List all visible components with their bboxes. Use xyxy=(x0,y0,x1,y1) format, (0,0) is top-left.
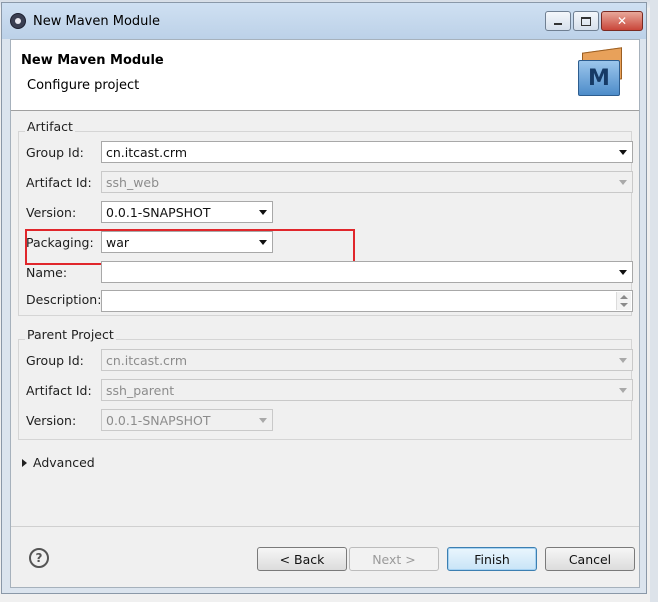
title-bar[interactable]: New Maven Module ✕ xyxy=(2,3,646,39)
help-icon: ? xyxy=(35,551,43,565)
version-value: 0.0.1-SNAPSHOT xyxy=(106,205,211,220)
chevron-down-icon[interactable] xyxy=(619,358,627,363)
parent-version-label: Version: xyxy=(26,413,77,428)
chevron-down-icon[interactable] xyxy=(619,388,627,393)
chevron-down-icon[interactable] xyxy=(619,270,627,275)
parent-group-id-value: cn.itcast.crm xyxy=(106,353,188,368)
version-label: Version: xyxy=(26,205,77,220)
dialog-window: New Maven Module ✕ New Maven Module Conf… xyxy=(1,2,647,594)
wizard-subtitle: Configure project xyxy=(27,78,140,93)
dialog-client-area: New Maven Module Configure project M Art… xyxy=(10,39,640,588)
chevron-down-icon[interactable] xyxy=(259,418,267,423)
close-button[interactable]: ✕ xyxy=(601,11,643,31)
parent-artifact-id-label: Artifact Id: xyxy=(26,383,92,398)
description-label: Description: xyxy=(26,292,102,307)
artifact-id-value: ssh_web xyxy=(106,175,160,190)
maximize-button[interactable] xyxy=(573,11,599,31)
artifact-legend: Artifact xyxy=(25,119,75,134)
description-textarea[interactable] xyxy=(101,290,633,312)
parent-group-id-combo[interactable]: cn.itcast.crm xyxy=(101,349,633,371)
parent-project-legend: Parent Project xyxy=(25,327,116,342)
eclipse-icon xyxy=(10,13,26,29)
close-icon: ✕ xyxy=(616,14,628,28)
parent-version-value: 0.0.1-SNAPSHOT xyxy=(106,413,211,428)
parent-artifact-id-combo[interactable]: ssh_parent xyxy=(101,379,633,401)
packaging-highlight-box xyxy=(25,229,355,265)
maximize-icon xyxy=(581,16,591,26)
parent-version-combo[interactable]: 0.0.1-SNAPSHOT xyxy=(101,409,273,431)
group-id-label: Group Id: xyxy=(26,145,84,160)
artifact-id-label: Artifact Id: xyxy=(26,175,92,190)
chevron-down-icon[interactable] xyxy=(259,210,267,215)
scroll-down-icon[interactable] xyxy=(620,303,628,307)
cancel-button-label: Cancel xyxy=(568,551,612,567)
background-app-edge xyxy=(650,0,658,602)
cancel-button[interactable]: Cancel xyxy=(545,547,635,571)
wizard-title: New Maven Module xyxy=(21,53,164,68)
finish-button[interactable]: Finish xyxy=(447,547,537,571)
description-scrollbar[interactable] xyxy=(616,292,631,310)
minimize-button[interactable] xyxy=(545,11,571,31)
artifact-id-combo[interactable]: ssh_web xyxy=(101,171,633,193)
group-id-value: cn.itcast.crm xyxy=(106,145,188,160)
wizard-banner: New Maven Module Configure project M xyxy=(11,40,639,111)
minimize-icon xyxy=(554,23,562,25)
maven-logo-icon: M xyxy=(576,47,624,96)
back-button-label: < Back xyxy=(279,551,325,567)
chevron-down-icon[interactable] xyxy=(619,150,627,155)
window-title: New Maven Module xyxy=(33,14,161,29)
back-button[interactable]: < Back xyxy=(257,547,347,571)
group-id-combo[interactable]: cn.itcast.crm xyxy=(101,141,633,163)
help-button[interactable]: ? xyxy=(29,548,49,568)
name-combo[interactable] xyxy=(101,261,633,283)
chevron-right-icon xyxy=(22,459,27,467)
advanced-label: Advanced xyxy=(33,455,95,470)
version-combo[interactable]: 0.0.1-SNAPSHOT xyxy=(101,201,273,223)
maven-logo-letter: M xyxy=(588,65,610,91)
name-label: Name: xyxy=(26,265,68,280)
parent-group-id-label: Group Id: xyxy=(26,353,84,368)
scroll-up-icon[interactable] xyxy=(620,295,628,299)
next-button[interactable]: Next > xyxy=(349,547,439,571)
chevron-down-icon[interactable] xyxy=(619,180,627,185)
finish-button-label: Finish xyxy=(474,551,510,567)
button-bar-separator xyxy=(11,526,639,527)
next-button-label: Next > xyxy=(372,551,416,567)
parent-artifact-id-value: ssh_parent xyxy=(106,383,175,398)
advanced-section-toggle[interactable]: Advanced xyxy=(21,455,141,471)
